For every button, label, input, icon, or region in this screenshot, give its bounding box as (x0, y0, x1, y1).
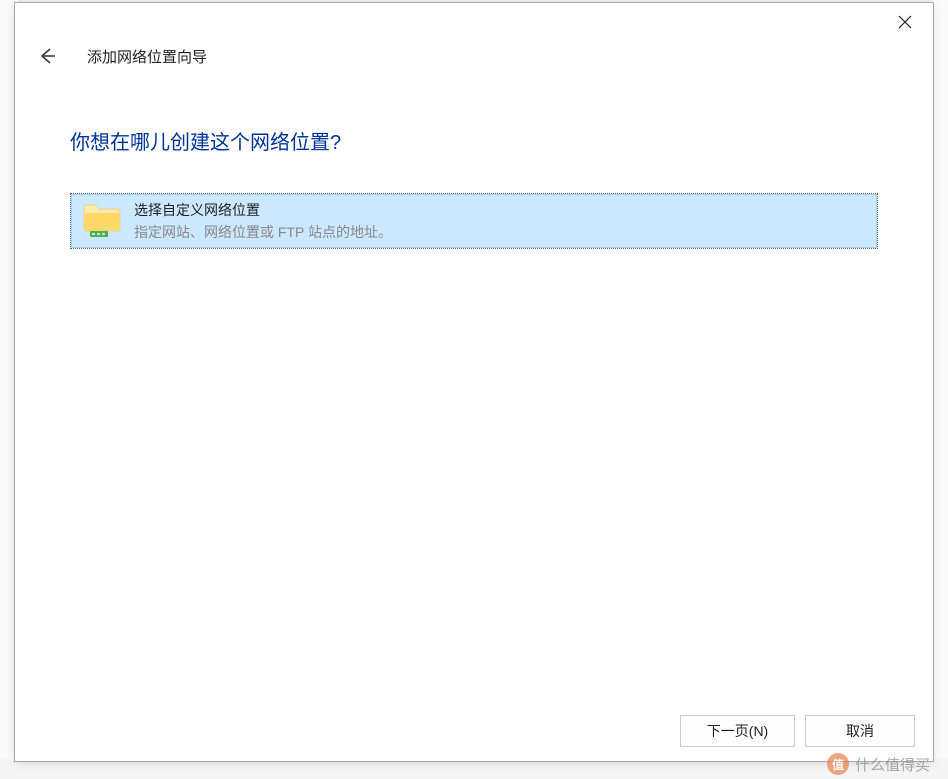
option-description: 指定网站、网络位置或 FTP 站点的地址。 (134, 222, 392, 242)
option-list: 选择自定义网络位置 指定网站、网络位置或 FTP 站点的地址。 (70, 193, 878, 249)
watermark-text: 什么值得买 (855, 754, 930, 775)
option-text: 选择自定义网络位置 指定网站、网络位置或 FTP 站点的地址。 (134, 200, 392, 242)
background-right (933, 0, 948, 779)
dialog-footer: 下一页(N) 取消 (15, 701, 933, 761)
dialog-header: 添加网络位置向导 (15, 31, 933, 81)
folder-network-icon (82, 203, 122, 239)
back-arrow-icon (37, 46, 57, 66)
background-bottom (0, 759, 948, 779)
wizard-dialog: 添加网络位置向导 你想在哪儿创建这个网络位置? 选择自定义网络位置 (14, 2, 934, 762)
option-title: 选择自定义网络位置 (134, 200, 392, 220)
dialog-title: 添加网络位置向导 (87, 46, 207, 67)
watermark-icon: 值 (827, 753, 849, 775)
back-button[interactable] (35, 44, 59, 68)
dialog-content: 你想在哪儿创建这个网络位置? 选择自定义网络位置 指定网站、网络位置或 (15, 81, 933, 701)
question-heading: 你想在哪儿创建这个网络位置? (70, 126, 878, 155)
close-icon (898, 15, 912, 29)
next-button[interactable]: 下一页(N) (680, 715, 795, 747)
cancel-button[interactable]: 取消 (805, 715, 915, 747)
watermark: 值 什么值得买 (827, 753, 930, 775)
custom-network-location-option[interactable]: 选择自定义网络位置 指定网站、网络位置或 FTP 站点的地址。 (71, 194, 877, 248)
